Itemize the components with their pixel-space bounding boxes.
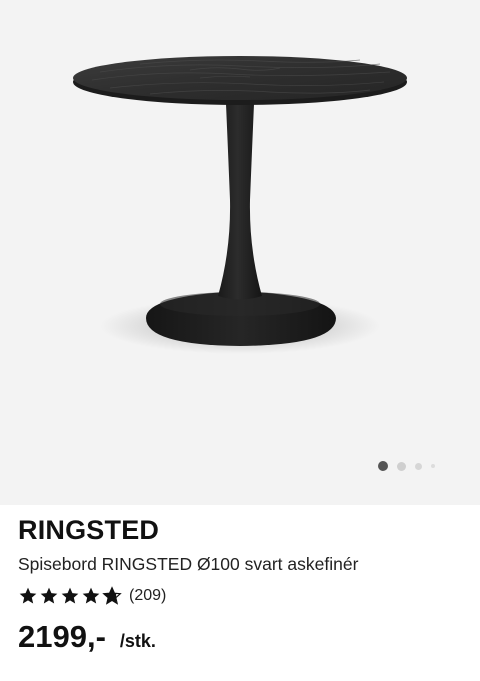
star-icon (19, 587, 37, 604)
table-stem (218, 104, 262, 300)
carousel-dot[interactable] (397, 461, 406, 471)
price-unit: /stk. (119, 631, 156, 651)
product-info: RINGSTED Spisebord RINGSTED Ø100 svart a… (18, 515, 462, 655)
carousel-dot-active[interactable] (378, 461, 388, 471)
table-top (73, 56, 407, 100)
carousel-dot[interactable] (415, 462, 422, 470)
carousel-dot[interactable] (431, 464, 435, 468)
review-count[interactable]: (209) (129, 587, 166, 605)
product-price: 2199,- (18, 619, 106, 654)
product-page: RINGSTED Spisebord RINGSTED Ø100 svart a… (0, 0, 480, 681)
price-row: 2199,- /stk. (18, 619, 462, 655)
rating-stars (18, 586, 122, 606)
carousel-indicators (378, 460, 435, 472)
star-icon (61, 587, 79, 604)
star-icon (40, 587, 58, 604)
product-image[interactable] (0, 0, 480, 505)
star-half-icon (102, 586, 122, 605)
product-image-carousel[interactable] (0, 0, 480, 505)
product-description[interactable]: Spisebord RINGSTED Ø100 svart askefinér (18, 553, 462, 575)
product-rating[interactable]: (209) (18, 585, 462, 607)
star-icon (82, 587, 100, 604)
product-title[interactable]: RINGSTED (18, 515, 462, 545)
